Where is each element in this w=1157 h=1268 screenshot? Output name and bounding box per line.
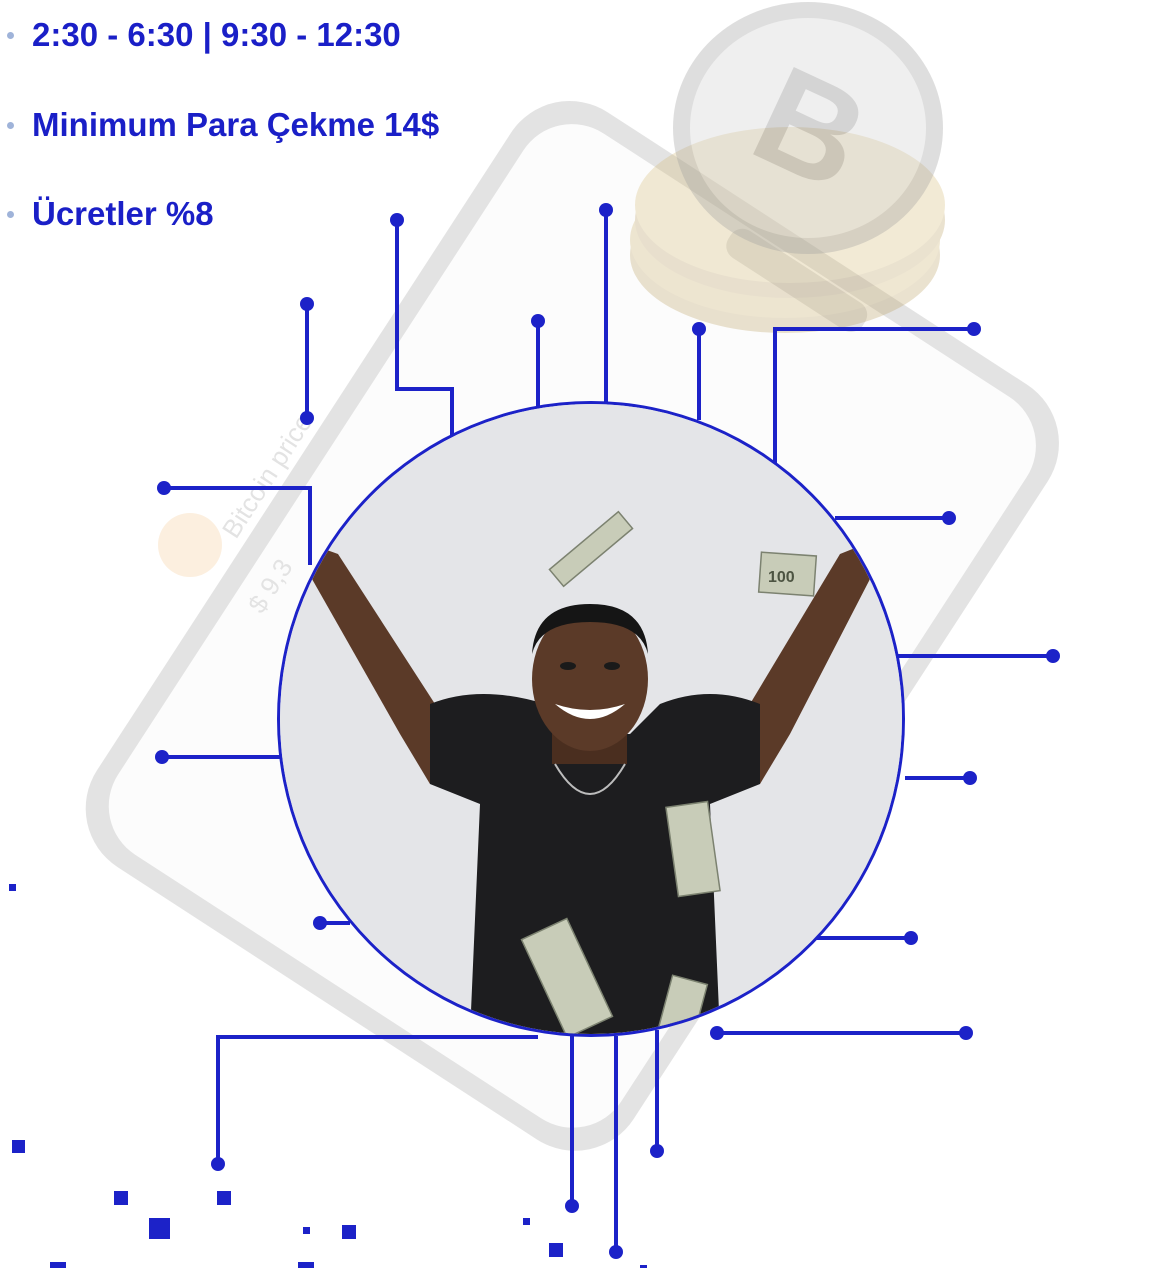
banknote-label: 100: [768, 569, 795, 586]
person-photo-illustration: 100: [280, 404, 902, 1034]
person-photo: 100: [277, 401, 905, 1037]
